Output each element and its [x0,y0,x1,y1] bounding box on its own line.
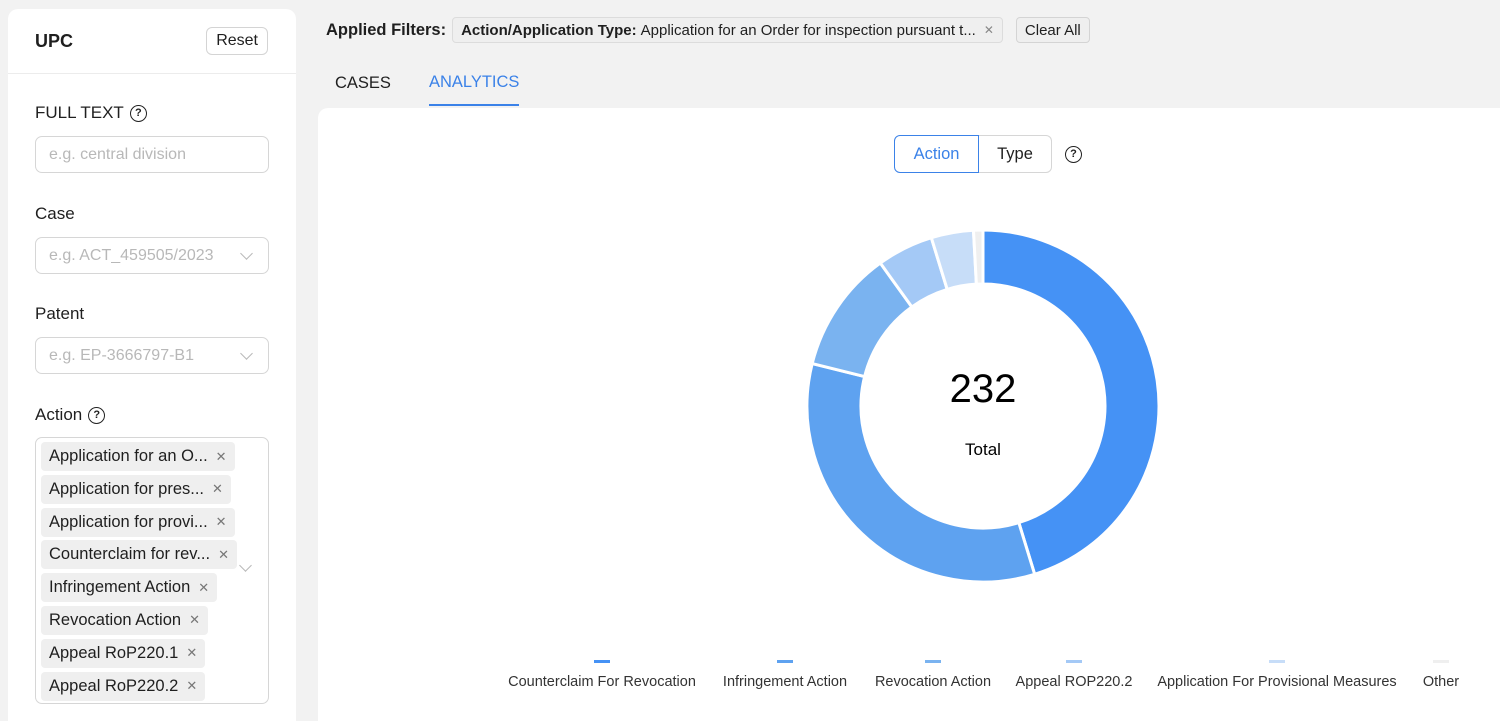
legend-swatch [925,660,941,663]
action-tag: Infringement Action ✕ [41,573,218,603]
applied-filters-bar: Applied Filters: Action/Application Type… [326,17,1090,43]
filter-chip: Action/Application Type: Application for… [452,17,1003,43]
close-icon[interactable]: ✕ [189,612,200,628]
full-text-placeholder: e.g. central division [49,145,186,163]
chevron-down-icon [240,246,253,260]
reset-button[interactable]: Reset [206,27,268,55]
chart-legend: Counterclaim For Revocation Infringement … [318,660,1500,700]
analytics-panel: Action Type ? 232 Total Counterclaim For… [318,108,1500,721]
action-tag: Counterclaim for rev... ✕ [41,540,237,570]
help-icon[interactable]: ? [129,104,147,122]
action-label: Action ? [35,405,106,425]
patent-select[interactable]: e.g. EP-3666797-B1 [35,337,269,374]
action-tag-label: Appeal RoP220.1 [49,643,179,662]
sidebar-header: UPC Reset [8,9,296,74]
view-tabs: CASES ANALYTICS [335,60,520,108]
patent-placeholder: e.g. EP-3666797-B1 [49,346,194,364]
legend-swatch [1433,660,1449,663]
case-select[interactable]: e.g. ACT_459505/2023 [35,237,269,274]
action-tag-label: Application for provi... [49,512,208,531]
help-icon[interactable]: ? [88,406,106,424]
filter-chip-key: Action/Application Type: [461,21,637,39]
action-tag-label: Application for an O... [49,447,208,465]
action-tag-label: Infringement Action [49,578,191,597]
full-text-label: FULL TEXT ? [35,103,147,123]
patent-label-text: Patent [35,304,85,323]
close-icon[interactable]: ✕ [218,547,229,563]
action-tag-label: Appeal RoP220.2 [49,676,179,695]
filter-chip-value: Application for an Order for inspection … [640,21,976,39]
action-tag-label: Revocation Action [49,610,182,629]
legend-swatch [777,660,793,663]
action-tag: Application for provi... ✕ [41,507,235,537]
action-multiselect[interactable]: Application for an O... ✕ Application for… [35,437,269,704]
total-label: Total [965,440,1001,459]
legend-swatch [1269,660,1285,663]
close-icon[interactable]: ✕ [984,23,994,37]
clear-all-button[interactable]: Clear All [1015,17,1090,43]
case-placeholder: e.g. ACT_459505/2023 [49,246,214,264]
action-tag: Appeal RoP220.2 ✕ [41,671,206,701]
close-icon[interactable]: ✕ [216,514,227,530]
total-value: 232 [950,367,1017,411]
action-tag: Application for pres... ✕ [41,474,231,504]
patent-label: Patent [35,304,84,324]
legend-item[interactable]: Other [1311,674,1500,690]
action-tag: Revocation Action ✕ [41,605,208,635]
legend-swatch [594,660,610,663]
action-tag: Appeal RoP220.1 ✕ [41,638,206,668]
tab-cases[interactable]: CASES [335,60,391,106]
action-tag: Application for an O... ✕ [41,442,235,471]
full-text-label-text: FULL TEXT [35,103,124,122]
action-tag-label: Counterclaim for rev... [49,545,211,564]
close-icon[interactable]: ✕ [198,580,209,596]
close-icon[interactable]: ✕ [216,449,227,465]
sidebar-title: UPC [35,30,74,51]
close-icon[interactable]: ✕ [186,645,197,661]
legend-swatch [1066,660,1082,663]
close-icon[interactable]: ✕ [212,481,223,497]
applied-filters-label: Applied Filters: [326,20,447,39]
action-label-text: Action [35,405,83,424]
chevron-down-icon [239,559,252,572]
chevron-down-icon [240,346,253,360]
case-label: Case [35,204,75,224]
tab-analytics[interactable]: ANALYTICS [428,60,520,106]
filter-sidebar: UPC Reset FULL TEXT ? e.g. central divis… [8,9,296,721]
donut-chart: 232 Total [805,228,1161,584]
action-tag-label: Application for pres... [49,479,204,498]
full-text-input[interactable]: e.g. central division [35,136,269,173]
case-label-text: Case [35,204,75,223]
close-icon[interactable]: ✕ [186,678,197,694]
donut-slice[interactable] [971,228,985,286]
